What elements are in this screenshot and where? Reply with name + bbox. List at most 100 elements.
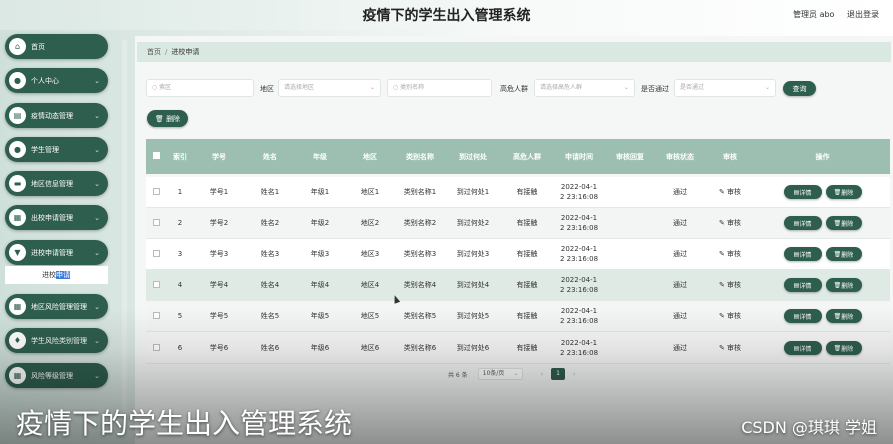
grid-icon: ▦ xyxy=(9,209,26,226)
cell-category: 类别名称3 xyxy=(403,250,437,258)
row-checkbox[interactable] xyxy=(153,249,160,257)
table-row[interactable]: 3 学号3 姓名3 年级3 地区3 类别名称3 到过何处3 有接触 2022-04-1 2 23:… xyxy=(146,239,890,270)
approved-select[interactable]: 是否通过 ⌄ xyxy=(674,79,776,97)
contact-select[interactable]: 请选择高危人群 ⌄ xyxy=(534,79,635,97)
sidebar-item[interactable]: ⌂ 首页 xyxy=(5,34,108,59)
delete-button-label: 删除 xyxy=(841,220,854,228)
detail-button[interactable]: ▤ 详情 xyxy=(783,341,822,355)
detail-button[interactable]: ▤ 详情 xyxy=(783,216,822,230)
index-search-input[interactable]: ○ 索区 xyxy=(146,79,254,97)
detail-button[interactable]: ▤ 详情 xyxy=(783,278,822,292)
sidebar-item[interactable]: ▦ 地区风险管理管理 ⌄ xyxy=(5,294,108,319)
sidebar-item[interactable]: ● 个人中心 ⌄ xyxy=(5,68,108,93)
detail-button-label: 详情 xyxy=(799,189,812,197)
current-page[interactable]: 1 xyxy=(551,368,566,380)
detail-button[interactable]: ▤ 详情 xyxy=(783,247,822,261)
apply-time-line1: 2022-04-1 xyxy=(560,339,598,347)
query-button[interactable]: 查询 xyxy=(783,81,816,96)
delete-button-label: 删除 xyxy=(841,189,854,197)
sidebar-item-label: 出校申请管理 xyxy=(31,213,73,222)
sidebar-item[interactable]: ▼ 进校申请管理 ⌄ xyxy=(5,240,108,265)
cell-region: 地区6 xyxy=(360,344,380,352)
sidebar-item[interactable]: ● 学生管理 ⌄ xyxy=(5,137,108,162)
delete-button[interactable]: 🗑 删除 xyxy=(825,247,862,261)
grid-icon: ▦ xyxy=(9,298,26,315)
column-header: 操作 xyxy=(815,152,830,161)
apply-time-line1: 2022-04-1 xyxy=(560,307,598,315)
sidebar-scrollbar[interactable] xyxy=(122,40,127,410)
row-checkbox[interactable] xyxy=(153,218,160,226)
cell-apply-time: 2022-04-1 2 23:16:08 xyxy=(553,244,605,264)
table-row[interactable]: 2 学号2 姓名2 年级2 地区2 类别名称2 到过何处2 有接触 2022-04-1 2 23:… xyxy=(146,208,890,239)
prev-page-button[interactable]: ‹ xyxy=(541,371,543,378)
next-page-button[interactable]: › xyxy=(573,371,575,378)
row-select-cell xyxy=(146,343,167,353)
sidebar-item[interactable]: ▦ 风险等级管理 ⌄ xyxy=(5,363,108,388)
submenu-item-entry-application[interactable]: 进校申请 xyxy=(5,266,108,284)
cell-apply-time: 2022-04-1 2 23:16:08 xyxy=(553,213,605,233)
column-header: 审核 xyxy=(723,152,737,161)
review-link[interactable]: ✎ 审核 xyxy=(705,249,755,259)
cell-status: 通过 xyxy=(673,250,687,258)
delete-button[interactable]: 🗑 删除 xyxy=(825,216,862,230)
cell-name: 姓名4 xyxy=(260,281,280,289)
apply-time-line1: 2022-04-1 xyxy=(560,183,598,191)
region-label: 地区 xyxy=(260,85,274,93)
cell-category: 类别名称6 xyxy=(403,344,437,352)
user-area: 管理员 abo 退出登录 xyxy=(783,9,879,20)
cell-grade: 年级4 xyxy=(310,281,330,289)
review-link[interactable]: ✎ 审核 xyxy=(705,280,755,290)
cell-name: 姓名2 xyxy=(260,219,280,227)
cell-name: 姓名5 xyxy=(260,312,280,320)
sidebar-item-label: 疫情动态管理 xyxy=(31,111,73,120)
review-link[interactable]: ✎ 审核 xyxy=(705,218,755,228)
delete-button[interactable]: 🗑 删除 xyxy=(825,309,862,323)
detail-button-label: 详情 xyxy=(799,313,812,321)
delete-button[interactable]: 🗑 删除 xyxy=(825,278,862,292)
sidebar-item[interactable]: ▬ 地区信息管理 ⌄ xyxy=(5,171,108,196)
home-icon: ⌂ xyxy=(9,38,26,55)
sidebar-item[interactable]: ▤ 疫情动态管理 ⌄ xyxy=(5,103,108,128)
table-row[interactable]: 4 学号4 姓名4 年级4 地区4 类别名称4 到过何处4 有接触 2022-04-1 2 23:… xyxy=(146,270,890,301)
column-header: 年级 xyxy=(313,152,327,161)
breadcrumb-home[interactable]: 首页 xyxy=(147,48,161,56)
cell-status: 通过 xyxy=(673,219,687,227)
detail-button-label: 详情 xyxy=(799,345,812,353)
cell-name: 姓名3 xyxy=(260,250,280,258)
submenu-label-selected: 申请 xyxy=(56,271,70,279)
delete-button[interactable]: 🗑 删除 xyxy=(825,185,862,199)
table-row[interactable]: 5 学号5 姓名5 年级5 地区5 类别名称5 到过何处5 有接触 2022-04-1 2 23:… xyxy=(146,301,890,332)
review-link-label: 审核 xyxy=(727,281,742,289)
row-checkbox[interactable] xyxy=(153,311,160,319)
cell-operations: ▤ 详情 🗑 删除 xyxy=(755,185,890,199)
review-link-label: 审核 xyxy=(727,344,742,352)
cell-operations: ▤ 详情 🗑 删除 xyxy=(755,341,890,355)
table-row[interactable]: 1 学号1 姓名1 年级1 地区1 类别名称1 到过何处1 有接触 2022-04-1 2 23:… xyxy=(146,177,890,208)
delete-button[interactable]: 🗑 删除 xyxy=(825,341,862,355)
table-row[interactable]: 6 学号6 姓名6 年级6 地区6 类别名称6 到过何处6 有接触 2022-04-1 2 23:… xyxy=(146,333,890,364)
detail-button[interactable]: ▤ 详情 xyxy=(783,185,822,199)
bulk-delete-button[interactable]: 🗑 删除 xyxy=(147,110,188,127)
sidebar-item[interactable]: ♦ 学生风险类别管理 ⌄ xyxy=(5,328,108,353)
row-checkbox[interactable] xyxy=(153,343,160,351)
page-size-select[interactable]: 10条/页 ⌄ xyxy=(477,368,523,380)
chevron-down-icon: ⌄ xyxy=(623,84,629,91)
select-all-checkbox[interactable] xyxy=(153,152,160,159)
cell-region: 地区1 xyxy=(360,188,380,196)
logout-link[interactable]: 退出登录 xyxy=(847,10,879,19)
sidebar-item[interactable]: ▦ 出校申请管理 ⌄ xyxy=(5,205,108,230)
category-search-input[interactable]: ○ 类别名称 xyxy=(387,79,492,97)
edit-icon: ✎ xyxy=(718,250,728,258)
row-checkbox[interactable] xyxy=(153,187,160,195)
review-link[interactable]: ✎ 审核 xyxy=(705,187,755,197)
detail-button-label: 详情 xyxy=(799,251,812,259)
review-link[interactable]: ✎ 审核 xyxy=(705,311,755,321)
total-count: 共 6 条 xyxy=(448,371,468,379)
apply-time-line2: 2 23:16:08 xyxy=(559,255,599,263)
pagination: 共 6 条 10条/页 ⌄ ‹ 1 › xyxy=(448,367,575,381)
review-link[interactable]: ✎ 审核 xyxy=(705,343,755,353)
row-checkbox[interactable] xyxy=(153,280,160,288)
detail-button[interactable]: ▤ 详情 xyxy=(783,309,822,323)
grid-icon: ▦ xyxy=(9,367,26,384)
region-select[interactable]: 请选择地区 ⌄ xyxy=(278,79,381,97)
